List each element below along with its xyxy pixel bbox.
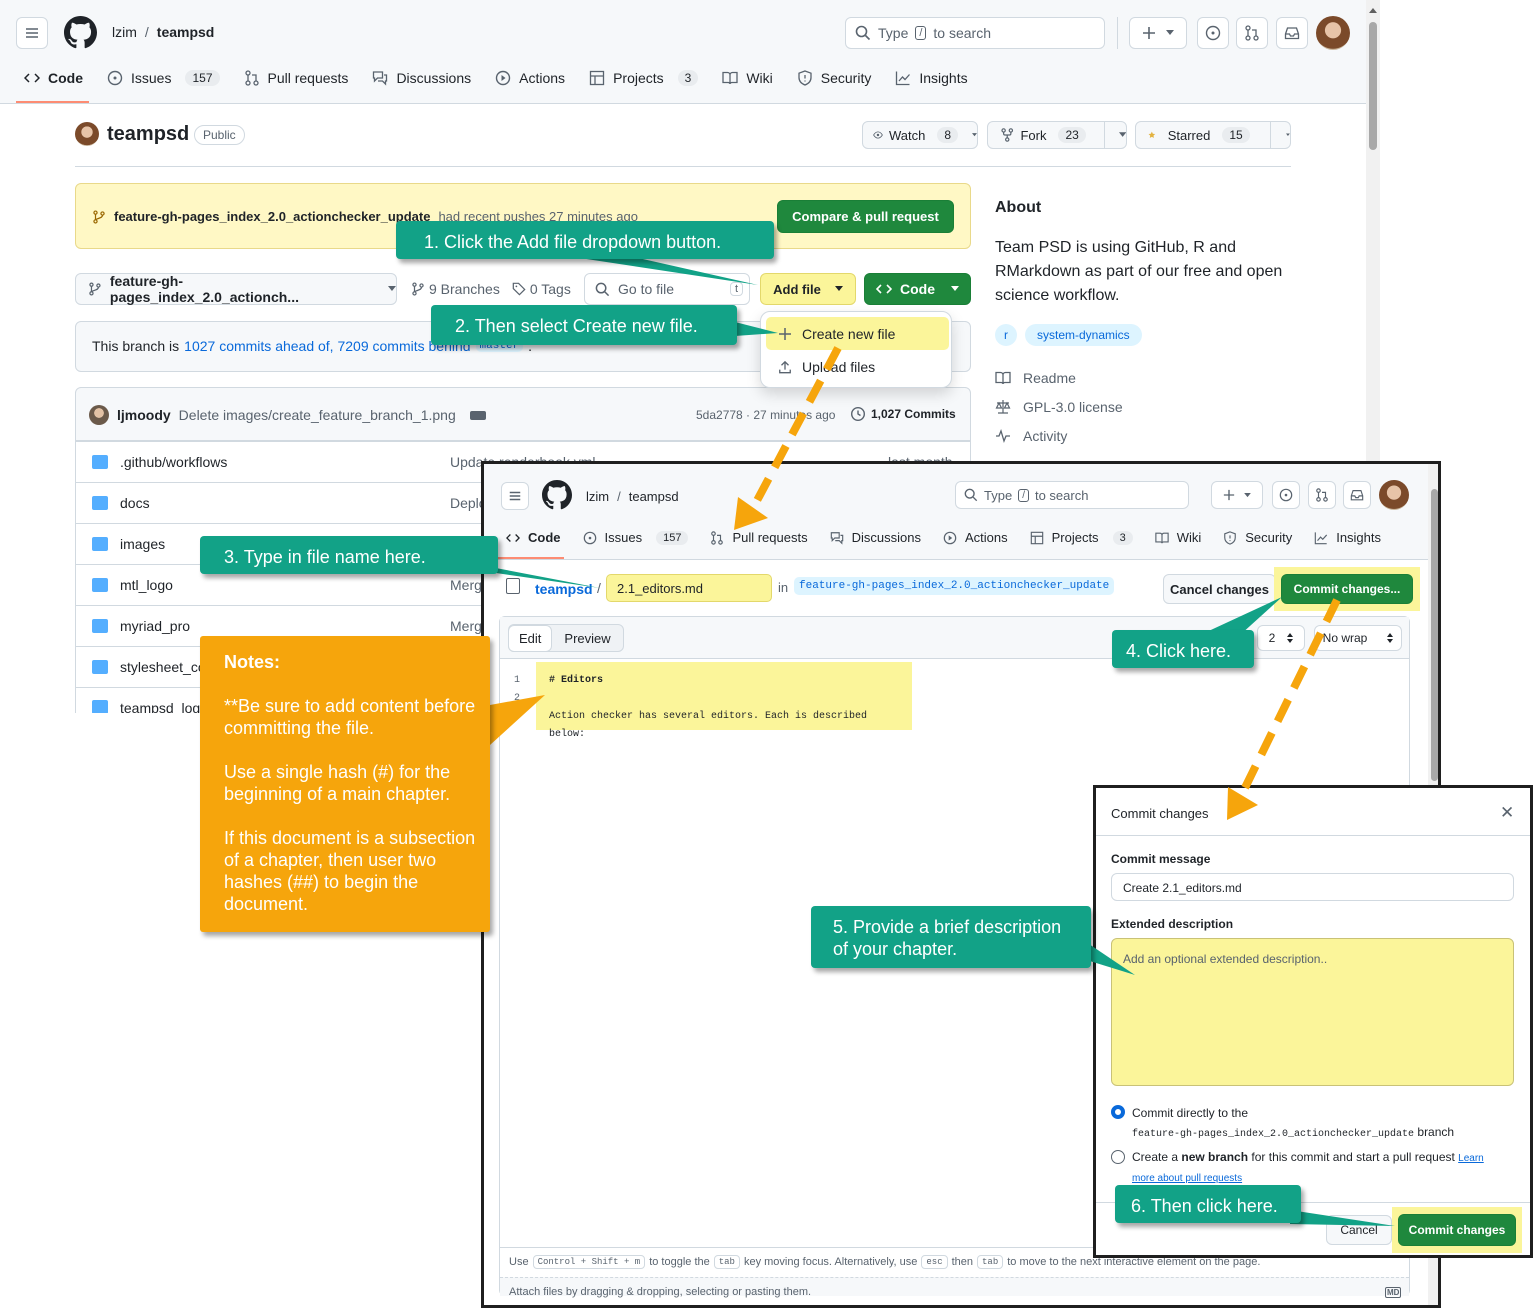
callout-step-2: 2. Then select Create new file. [431, 305, 737, 345]
arrow-head [1227, 787, 1258, 820]
callout-step-3: 3. Type in file name here. [200, 536, 498, 574]
callout-step-4: 4. Click here. [1112, 630, 1254, 668]
arrow-head [734, 497, 768, 530]
notes-text: If this document is a subsection of a ch… [224, 828, 476, 914]
notes-text: Use a single hash (#) for the beginning … [224, 762, 451, 804]
callout-step-6: 6. Then click here. [1115, 1185, 1301, 1223]
notes-pointer [490, 695, 545, 745]
notes-text: **Be sure to add content before committi… [224, 696, 476, 738]
notes-title: Notes: [224, 652, 281, 672]
callout-step-5: 5. Provide a brief description of your c… [811, 906, 1091, 968]
dashed-arrow [1236, 598, 1341, 800]
notes-box: Notes: **Be sure to add content before c… [200, 636, 490, 932]
dashed-arrow [748, 346, 842, 512]
callout-step-1: 1. Click the Add file dropdown button. [396, 221, 774, 259]
callout-pointer [560, 255, 758, 285]
callout-pointer [735, 322, 778, 336]
callout-pointer [1290, 1210, 1395, 1226]
